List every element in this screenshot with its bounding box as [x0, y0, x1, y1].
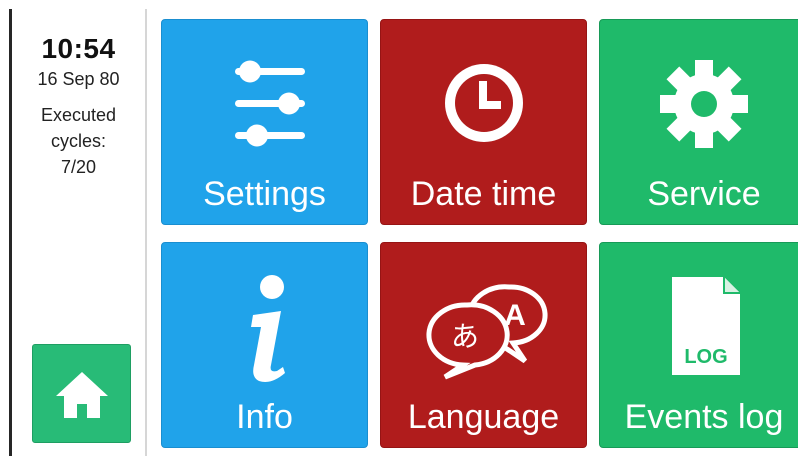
- gear-icon: [660, 60, 748, 148]
- info-tile[interactable]: Info: [161, 242, 368, 448]
- language-label: Language: [407, 398, 560, 436]
- date-time-tile[interactable]: Date time: [380, 19, 587, 225]
- cycles-value: 7/20: [60, 157, 97, 177]
- log-file-icon: LOG: [672, 277, 740, 375]
- events-log-tile[interactable]: LOG Events log: [599, 242, 798, 448]
- home-icon: [56, 372, 108, 418]
- executed-cycles: Executed cycles: 7/20: [12, 102, 145, 180]
- service-label: Service: [647, 175, 761, 213]
- clock-icon: [444, 64, 523, 142]
- language-tile[interactable]: A あ Language: [380, 242, 587, 448]
- settings-tile[interactable]: Settings: [161, 19, 368, 225]
- svg-text:A: A: [504, 299, 526, 332]
- clock-time: 10:54: [41, 33, 116, 64]
- info-icon: [250, 275, 285, 382]
- events-log-label: Events log: [624, 398, 784, 436]
- sliders-icon: [234, 60, 305, 147]
- status-sidebar: 10:54 16 Sep 80 Executed cycles: 7/20: [12, 9, 147, 456]
- cycles-label-line2: cycles:: [50, 131, 106, 151]
- info-label: Info: [236, 398, 293, 436]
- date-time-label: Date time: [410, 175, 557, 213]
- clock-date: 16 Sep 80: [37, 69, 120, 89]
- home-button[interactable]: [32, 344, 131, 443]
- svg-text:あ: あ: [450, 320, 478, 353]
- cycles-label-line1: Executed: [40, 105, 117, 125]
- svg-text:LOG: LOG: [684, 346, 727, 368]
- settings-label: Settings: [203, 175, 326, 213]
- service-tile[interactable]: Service: [599, 19, 798, 225]
- speech-bubbles-icon: A あ: [425, 284, 548, 380]
